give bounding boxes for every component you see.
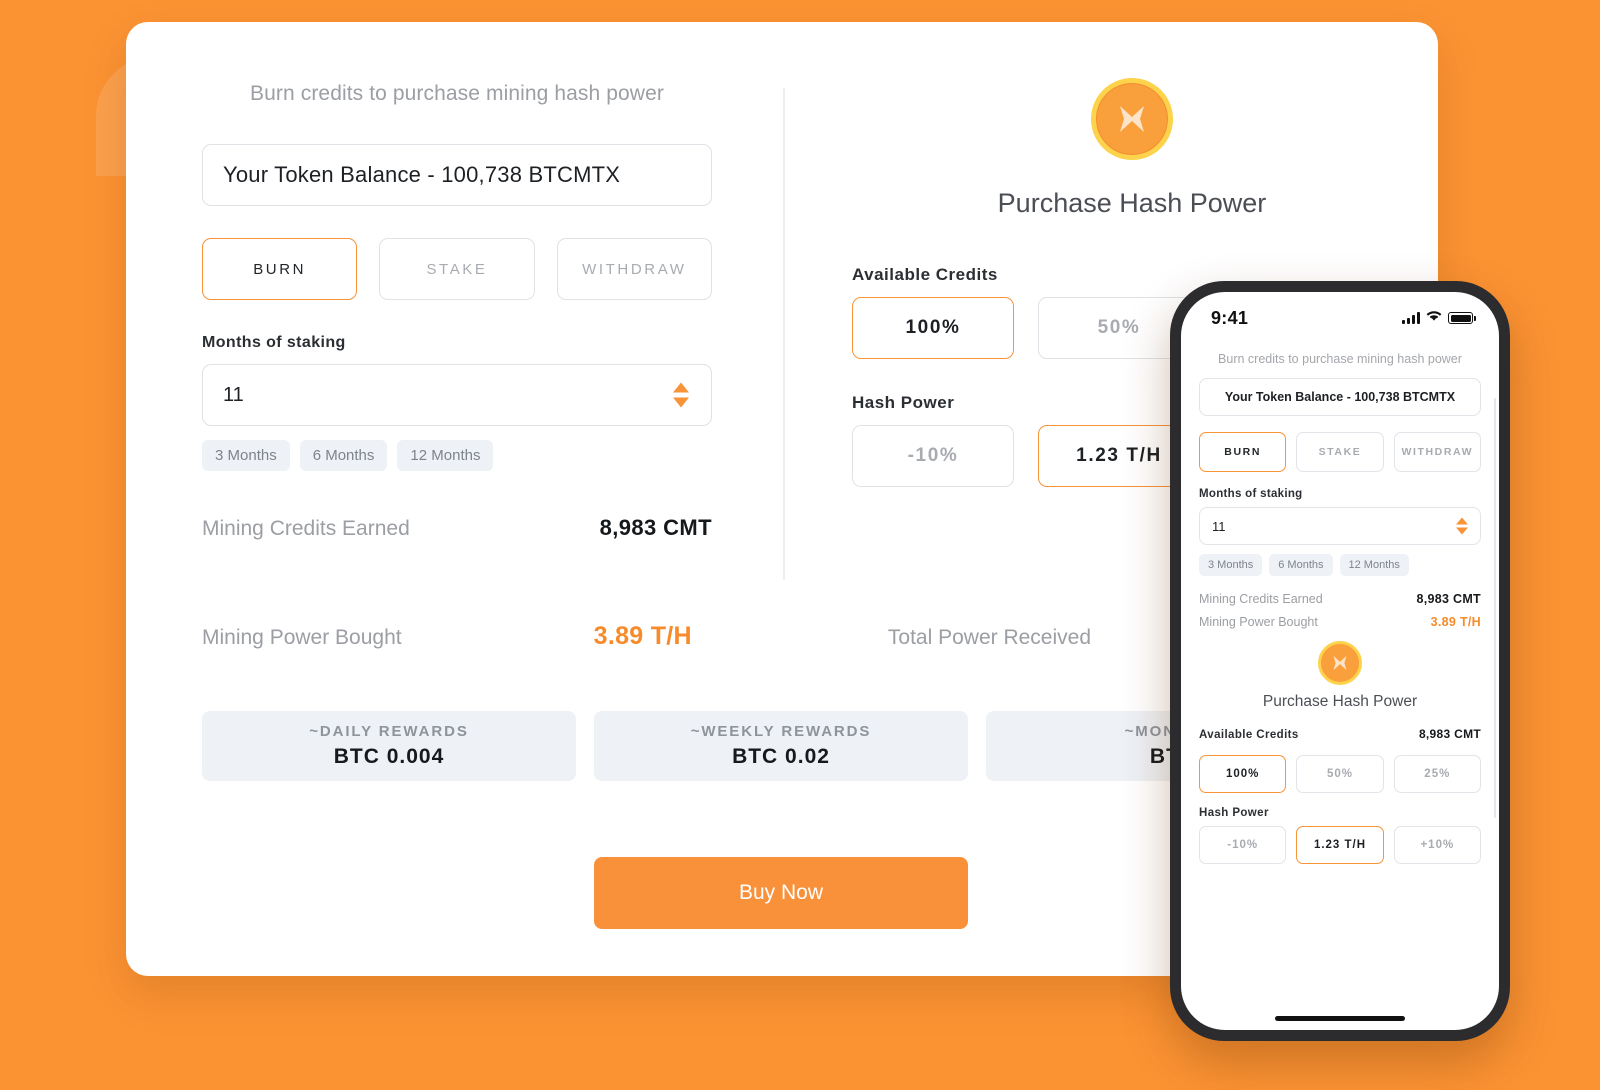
phone-preset-3-months[interactable]: 3 Months [1199,554,1263,576]
phone-preset-12-months[interactable]: 12 Months [1339,554,1409,576]
action-tabs: BURN STAKE WITHDRAW [202,238,712,300]
phone-btcmtx-coin-icon [1318,641,1362,685]
cellular-bars-icon [1402,312,1420,324]
phone-hash-option-plus-10[interactable]: +10% [1393,826,1481,864]
btcmtx-coin-icon [1091,78,1173,160]
phone-token-balance-value: Your Token Balance - 100,738 BTCMTX [1224,390,1456,404]
chevron-down-icon[interactable] [673,397,689,408]
weekly-rewards-card: ~WEEKLY REWARDS BTC 0.02 [594,711,968,781]
status-icons [1402,309,1476,327]
phone-tab-burn[interactable]: BURN [1199,432,1287,472]
phone-chevron-down-icon[interactable] [1456,527,1468,535]
tab-burn-label: BURN [253,260,307,278]
phone-scrollbar[interactable] [1494,398,1496,818]
phone-month-preset-row: 3 Months 6 Months 12 Months [1199,554,1481,576]
phone-mining-power-bought-label: Mining Power Bought [1199,615,1318,629]
phone-hash-option-minus-10[interactable]: -10% [1199,826,1287,864]
token-balance-value: Your Token Balance - 100,738 BTCMTX [223,162,621,187]
phone-hash-power-options: -10% 1.23 T/H +10% [1199,826,1481,864]
wifi-icon [1426,309,1442,327]
phone-preset-6-months[interactable]: 6 Months [1269,554,1333,576]
phone-tab-withdraw[interactable]: WITHDRAW [1393,432,1481,472]
tab-burn[interactable]: BURN [202,238,358,300]
phone-credit-option-50[interactable]: 50% [1296,755,1384,793]
phone-action-tabs: BURN STAKE WITHDRAW [1199,432,1481,472]
burn-panel: Burn credits to purchase mining hash pow… [202,82,712,541]
tab-withdraw-label: WITHDRAW [582,260,687,278]
credit-option-100[interactable]: 100% [852,297,1014,359]
page-subtitle: Burn credits to purchase mining hash pow… [250,82,664,105]
mining-power-bought-value: 3.89 T/H [593,622,692,650]
phone-mining-power-bought-row: Mining Power Bought 3.89 T/H [1199,615,1481,629]
phone-mining-power-bought-value: 3.89 T/H [1430,615,1481,629]
purchase-panel-title: Purchase Hash Power [997,188,1267,218]
weekly-rewards-label: ~WEEKLY REWARDS [690,723,872,740]
phone-months-of-staking-label: Months of staking [1199,488,1303,500]
preset-12-months[interactable]: 12 Months [397,440,494,471]
chevron-up-icon[interactable] [673,382,689,393]
phone-credit-option-100[interactable]: 100% [1199,755,1287,793]
phone-available-credits-label: Available Credits [1199,729,1299,741]
tab-stake[interactable]: STAKE [379,238,535,300]
preset-6-months[interactable]: 6 Months [299,440,388,471]
phone-available-credits-value: 8,983 CMT [1418,727,1481,741]
phone-content: Burn credits to purchase mining hash pow… [1181,338,1499,864]
daily-rewards-label: ~DAILY REWARDS [309,723,469,740]
phone-months-stepper[interactable]: 11 [1199,507,1481,545]
phone-mining-credits-earned-value: 8,983 CMT [1416,592,1481,606]
mining-power-bought-label: Mining Power Bought [202,626,402,649]
month-preset-row: 3 Months 6 Months 12 Months [202,440,712,471]
phone-screen: 9:41 Burn credits to purchase mining has… [1181,292,1499,1030]
preset-3-months[interactable]: 3 Months [202,440,290,471]
phone-available-credits-options: 100% 50% 25% [1199,755,1481,793]
total-power-received-label: Total Power Received [887,626,1092,649]
mining-credits-earned-row: Mining Credits Earned 8,983 CMT [202,515,712,541]
mining-credits-earned-label: Mining Credits Earned [202,517,410,540]
phone-subtitle: Burn credits to purchase mining hash pow… [1218,352,1462,366]
panel-divider [783,88,785,580]
phone-months-value: 11 [1212,518,1226,534]
hash-option-minus-10[interactable]: -10% [852,425,1014,487]
phone-available-credits-row: Available Credits 8,983 CMT [1199,727,1481,748]
phone-mining-credits-earned-row: Mining Credits Earned 8,983 CMT [1199,592,1481,606]
phone-chevron-up-icon[interactable] [1456,517,1468,525]
phone-hash-option-value[interactable]: 1.23 T/H [1296,826,1384,864]
phone-mining-credits-earned-label: Mining Credits Earned [1199,592,1323,606]
daily-rewards-value: BTC 0.004 [333,745,445,768]
status-time: 9:41 [1211,307,1249,328]
daily-rewards-card: ~DAILY REWARDS BTC 0.004 [202,711,576,781]
phone-status-bar: 9:41 [1181,292,1499,338]
token-balance-field[interactable]: Your Token Balance - 100,738 BTCMTX [202,144,712,206]
tab-withdraw[interactable]: WITHDRAW [556,238,712,300]
months-value: 11 [223,383,244,406]
phone-purchase-panel-title: Purchase Hash Power [1262,693,1418,710]
battery-full-icon [1448,312,1476,324]
buy-now-button[interactable]: Buy Now [594,857,968,929]
mining-credits-earned-value: 8,983 CMT [599,515,712,540]
phone-stepper-arrows [1456,517,1468,535]
stepper-arrows [673,382,689,408]
phone-token-balance-field[interactable]: Your Token Balance - 100,738 BTCMTX [1199,378,1481,416]
phone-hash-power-label: Hash Power [1199,807,1269,819]
months-of-staking-label: Months of staking [202,334,346,351]
weekly-rewards-value: BTC 0.02 [732,745,830,768]
phone-tab-stake[interactable]: STAKE [1296,432,1384,472]
home-indicator[interactable] [1275,1016,1405,1021]
months-stepper[interactable]: 11 [202,364,712,426]
phone-credit-option-25[interactable]: 25% [1393,755,1481,793]
phone-mockup: 9:41 Burn credits to purchase mining has… [1170,281,1510,1041]
tab-stake-label: STAKE [426,260,488,278]
